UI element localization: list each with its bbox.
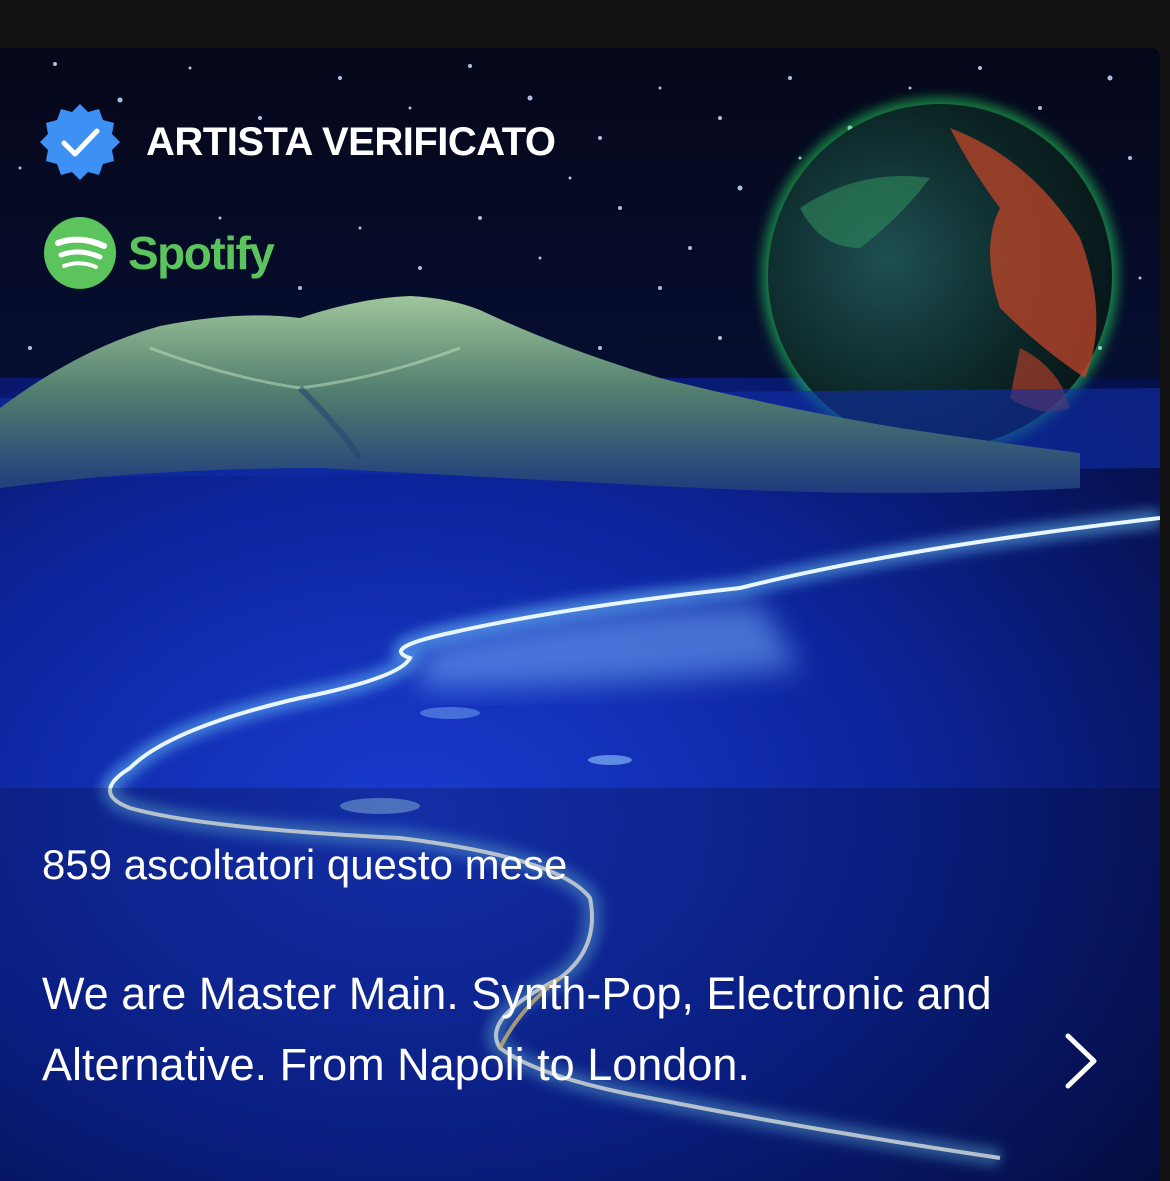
monthly-listeners: 859 ascoltatori questo mese (42, 841, 568, 888)
verified-artist-row: ARTISTA VERIFICATO (40, 104, 556, 180)
verified-badge-icon (40, 102, 120, 182)
page-edge (1160, 48, 1170, 1181)
top-bar (0, 0, 1170, 48)
spotify-logo-icon (44, 217, 116, 289)
verified-artist-label: ARTISTA VERIFICATO (146, 119, 556, 164)
spotify-brand: Spotify (42, 214, 275, 292)
artist-bio: We are Master Main. Synth-Pop, Electroni… (42, 968, 992, 1090)
artist-about-card[interactable]: ARTISTA VERIFICATO Spotify 859 ascoltato… (0, 48, 1160, 1181)
spotify-wordmark: Spotify (128, 227, 275, 279)
chevron-right-icon[interactable] (1058, 1030, 1104, 1092)
